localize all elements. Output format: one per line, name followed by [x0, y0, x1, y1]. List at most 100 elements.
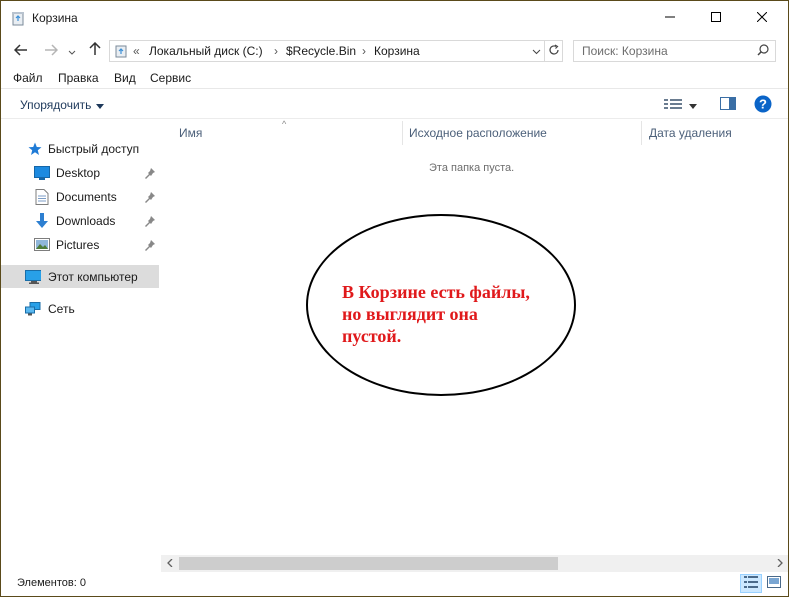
- sort-ascending-icon: ^: [282, 119, 287, 129]
- pin-icon: [144, 215, 156, 227]
- breadcrumb-separator[interactable]: ›: [362, 44, 366, 58]
- large-icons-view-icon: [767, 576, 781, 591]
- chevron-down-icon: [532, 44, 541, 58]
- menu-bar: Файл Правка Вид Сервис: [1, 67, 788, 89]
- command-bar: Упорядочить ?: [1, 90, 788, 119]
- minimize-button[interactable]: [647, 1, 693, 35]
- navigation-pane: Быстрый доступ Desktop Documents Downloa…: [1, 119, 161, 555]
- organize-label: Упорядочить: [20, 98, 92, 112]
- computer-icon: [25, 269, 41, 285]
- pictures-folder-icon: [34, 237, 50, 253]
- item-count: Элементов: 0: [17, 577, 86, 589]
- documents-folder-icon: [34, 188, 50, 205]
- address-row: « Локальный диск (C:) › $Recycle.Bin › К…: [1, 35, 788, 67]
- downloads-folder-icon: [34, 212, 50, 229]
- details-view-icon: [664, 98, 682, 113]
- close-button[interactable]: [739, 1, 785, 35]
- pin-icon: [144, 239, 156, 251]
- minimize-icon: [665, 11, 675, 25]
- column-header-date-deleted[interactable]: Дата удаления: [649, 119, 732, 147]
- maximize-icon: [711, 11, 721, 25]
- address-bar[interactable]: « Локальный диск (C:) › $Recycle.Bin › К…: [109, 40, 563, 62]
- caret-down-icon: [96, 98, 105, 112]
- forward-button[interactable]: [41, 42, 61, 60]
- refresh-icon: [548, 43, 560, 59]
- change-view-button[interactable]: [663, 96, 683, 114]
- nav-item-documents[interactable]: Documents: [1, 185, 159, 208]
- star-icon: [27, 141, 43, 157]
- horizontal-scrollbar[interactable]: [161, 555, 788, 572]
- search-button[interactable]: [752, 42, 774, 60]
- nav-network-label: Сеть: [48, 301, 75, 316]
- arrow-up-icon: [89, 41, 101, 60]
- window-title: Корзина: [32, 11, 78, 25]
- organize-button[interactable]: Упорядочить: [20, 98, 105, 112]
- breadcrumb-separator[interactable]: ›: [274, 44, 278, 58]
- search-icon: [757, 43, 769, 59]
- status-bar: Элементов: 0: [1, 572, 788, 596]
- recent-locations-button[interactable]: [65, 42, 79, 60]
- chevron-down-icon: [68, 43, 76, 60]
- recycle-bin-icon: [11, 11, 25, 26]
- arrow-right-icon: [44, 43, 59, 60]
- refresh-button[interactable]: [544, 41, 563, 61]
- nav-this-pc[interactable]: Этот компьютер: [1, 265, 159, 288]
- annotation-line: В Корзине есть файлы,: [342, 282, 530, 302]
- close-icon: [756, 11, 768, 25]
- explorer-window: Корзина « Локальный диск (C:) › $Recycle…: [0, 0, 789, 597]
- column-header-name[interactable]: Имя: [179, 119, 202, 147]
- scroll-left-button[interactable]: [161, 555, 178, 572]
- chevron-right-icon: [777, 558, 783, 569]
- recycle-bin-icon: [114, 44, 128, 58]
- nav-this-pc-label: Этот компьютер: [48, 269, 138, 284]
- nav-item-downloads-label: Downloads: [56, 213, 116, 228]
- menu-edit[interactable]: Правка: [58, 71, 99, 85]
- title-bar: Корзина: [1, 1, 788, 35]
- desktop-folder-icon: [34, 165, 50, 181]
- annotation-text: В Корзине есть файлы, но выглядит она пу…: [342, 281, 572, 347]
- help-button[interactable]: ?: [753, 95, 773, 116]
- svg-text:?: ?: [759, 96, 767, 111]
- maximize-button[interactable]: [693, 1, 739, 35]
- arrow-left-icon: [13, 43, 28, 60]
- up-button[interactable]: [85, 41, 105, 60]
- back-button[interactable]: [11, 42, 31, 60]
- breadcrumb-local-disk[interactable]: Локальный диск (C:): [149, 44, 263, 58]
- preview-pane-icon: [720, 97, 736, 113]
- help-icon: ?: [754, 95, 772, 116]
- large-icons-view-button[interactable]: [763, 574, 785, 593]
- search-input[interactable]: [575, 42, 750, 60]
- address-history-button[interactable]: [528, 41, 544, 61]
- view-options-dropdown[interactable]: [687, 96, 699, 114]
- nav-item-downloads[interactable]: Downloads: [1, 209, 159, 232]
- network-icon: [25, 301, 41, 317]
- search-box: [573, 40, 776, 62]
- chevron-left-icon: [166, 558, 173, 569]
- nav-quick-access[interactable]: Быстрый доступ: [1, 137, 159, 160]
- column-header-original-location[interactable]: Исходное расположение: [409, 119, 547, 147]
- details-view-icon: [744, 576, 758, 591]
- column-separator[interactable]: [641, 121, 642, 145]
- nav-item-pictures[interactable]: Pictures: [1, 233, 159, 256]
- caret-down-icon: [689, 98, 697, 112]
- menu-view[interactable]: Вид: [114, 71, 136, 85]
- menu-tools[interactable]: Сервис: [150, 71, 191, 85]
- breadcrumb-recycle-bin-folder[interactable]: $Recycle.Bin: [286, 44, 356, 58]
- menu-file[interactable]: Файл: [13, 71, 43, 85]
- details-view-button[interactable]: [740, 574, 762, 593]
- breadcrumb-overflow[interactable]: «: [133, 44, 140, 58]
- nav-item-desktop-label: Desktop: [56, 165, 101, 180]
- annotation-line: пустой.: [342, 326, 402, 346]
- nav-item-documents-label: Documents: [56, 189, 117, 204]
- pin-icon: [144, 167, 156, 179]
- nav-quick-access-label: Быстрый доступ: [48, 141, 140, 156]
- scroll-right-button[interactable]: [771, 555, 788, 572]
- breadcrumb-recycle-bin[interactable]: Корзина: [374, 44, 420, 58]
- nav-item-desktop[interactable]: Desktop: [1, 161, 159, 184]
- scroll-thumb[interactable]: [179, 557, 558, 570]
- annotation-line: но выглядит она: [342, 304, 478, 324]
- column-separator[interactable]: [402, 121, 403, 145]
- nav-network[interactable]: Сеть: [1, 297, 159, 320]
- empty-folder-message: Эта папка пуста.: [429, 162, 515, 174]
- preview-pane-button[interactable]: [717, 96, 739, 114]
